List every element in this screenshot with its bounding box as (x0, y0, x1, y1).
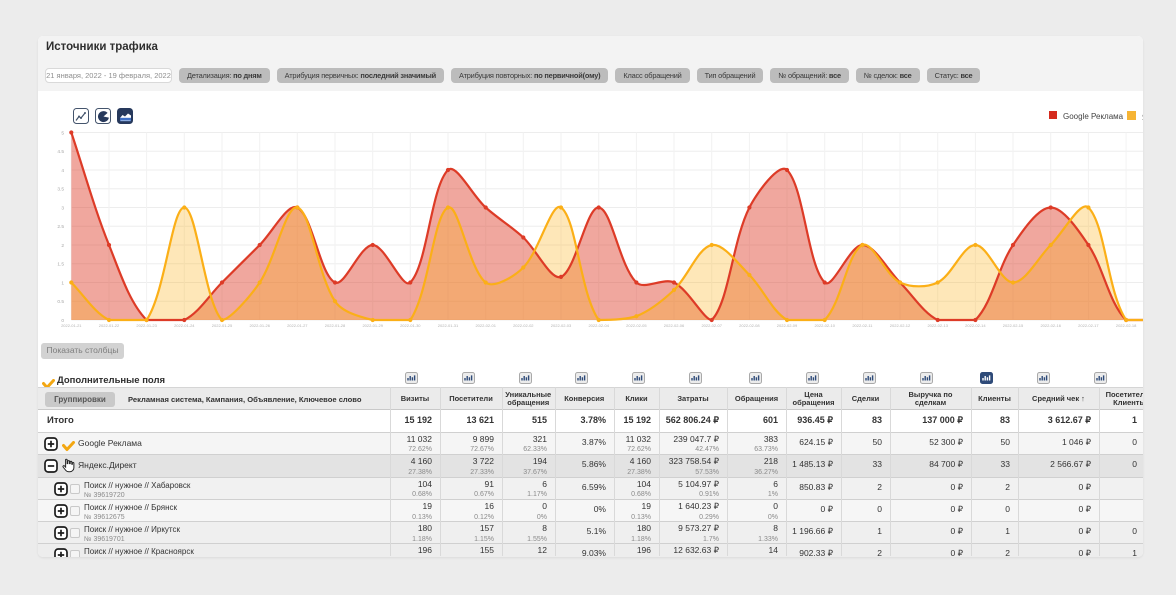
svg-text:2022-01-23: 2022-01-23 (136, 323, 157, 328)
svg-text:2022-02-03: 2022-02-03 (551, 323, 572, 328)
svg-text:2022-02-05: 2022-02-05 (626, 323, 647, 328)
svg-text:2022-02-10: 2022-02-10 (814, 323, 835, 328)
svg-text:3: 3 (61, 205, 64, 211)
svg-text:5: 5 (61, 130, 64, 136)
svg-text:2022-02-06: 2022-02-06 (664, 323, 685, 328)
svg-text:2022-02-16: 2022-02-16 (1040, 323, 1061, 328)
svg-text:2022-02-14: 2022-02-14 (965, 323, 986, 328)
svg-text:2022-02-09: 2022-02-09 (777, 323, 798, 328)
svg-text:2022-01-21: 2022-01-21 (61, 323, 82, 328)
svg-text:2022-02-08: 2022-02-08 (739, 323, 760, 328)
svg-text:2022-02-07: 2022-02-07 (701, 323, 722, 328)
svg-text:2022-01-31: 2022-01-31 (438, 323, 459, 328)
svg-text:2022-02-11: 2022-02-11 (852, 323, 873, 328)
svg-text:2022-02-02: 2022-02-02 (513, 323, 534, 328)
svg-text:2022-02-01: 2022-02-01 (475, 323, 496, 328)
svg-text:2022-01-28: 2022-01-28 (325, 323, 346, 328)
svg-text:2022-02-13: 2022-02-13 (927, 323, 948, 328)
svg-text:2022-01-29: 2022-01-29 (362, 323, 383, 328)
svg-text:2: 2 (61, 243, 64, 249)
svg-text:0.5: 0.5 (57, 299, 64, 305)
svg-text:1: 1 (61, 280, 64, 286)
svg-text:4.5: 4.5 (57, 149, 64, 155)
svg-text:4: 4 (61, 168, 64, 174)
svg-text:2022-02-18: 2022-02-18 (1116, 323, 1137, 328)
svg-text:2022-01-22: 2022-01-22 (99, 323, 120, 328)
svg-text:2022-01-25: 2022-01-25 (212, 323, 233, 328)
svg-text:1.5: 1.5 (57, 262, 64, 268)
svg-text:2022-01-27: 2022-01-27 (287, 323, 308, 328)
svg-text:2022-01-30: 2022-01-30 (400, 323, 421, 328)
svg-text:3.5: 3.5 (57, 187, 64, 193)
svg-text:2022-02-04: 2022-02-04 (588, 323, 609, 328)
svg-text:2022-02-15: 2022-02-15 (1003, 323, 1024, 328)
svg-text:2022-01-26: 2022-01-26 (249, 323, 270, 328)
svg-text:2022-01-24: 2022-01-24 (174, 323, 195, 328)
svg-text:2.5: 2.5 (57, 224, 64, 230)
svg-text:2022-02-12: 2022-02-12 (890, 323, 911, 328)
svg-text:2022-02-17: 2022-02-17 (1078, 323, 1099, 328)
